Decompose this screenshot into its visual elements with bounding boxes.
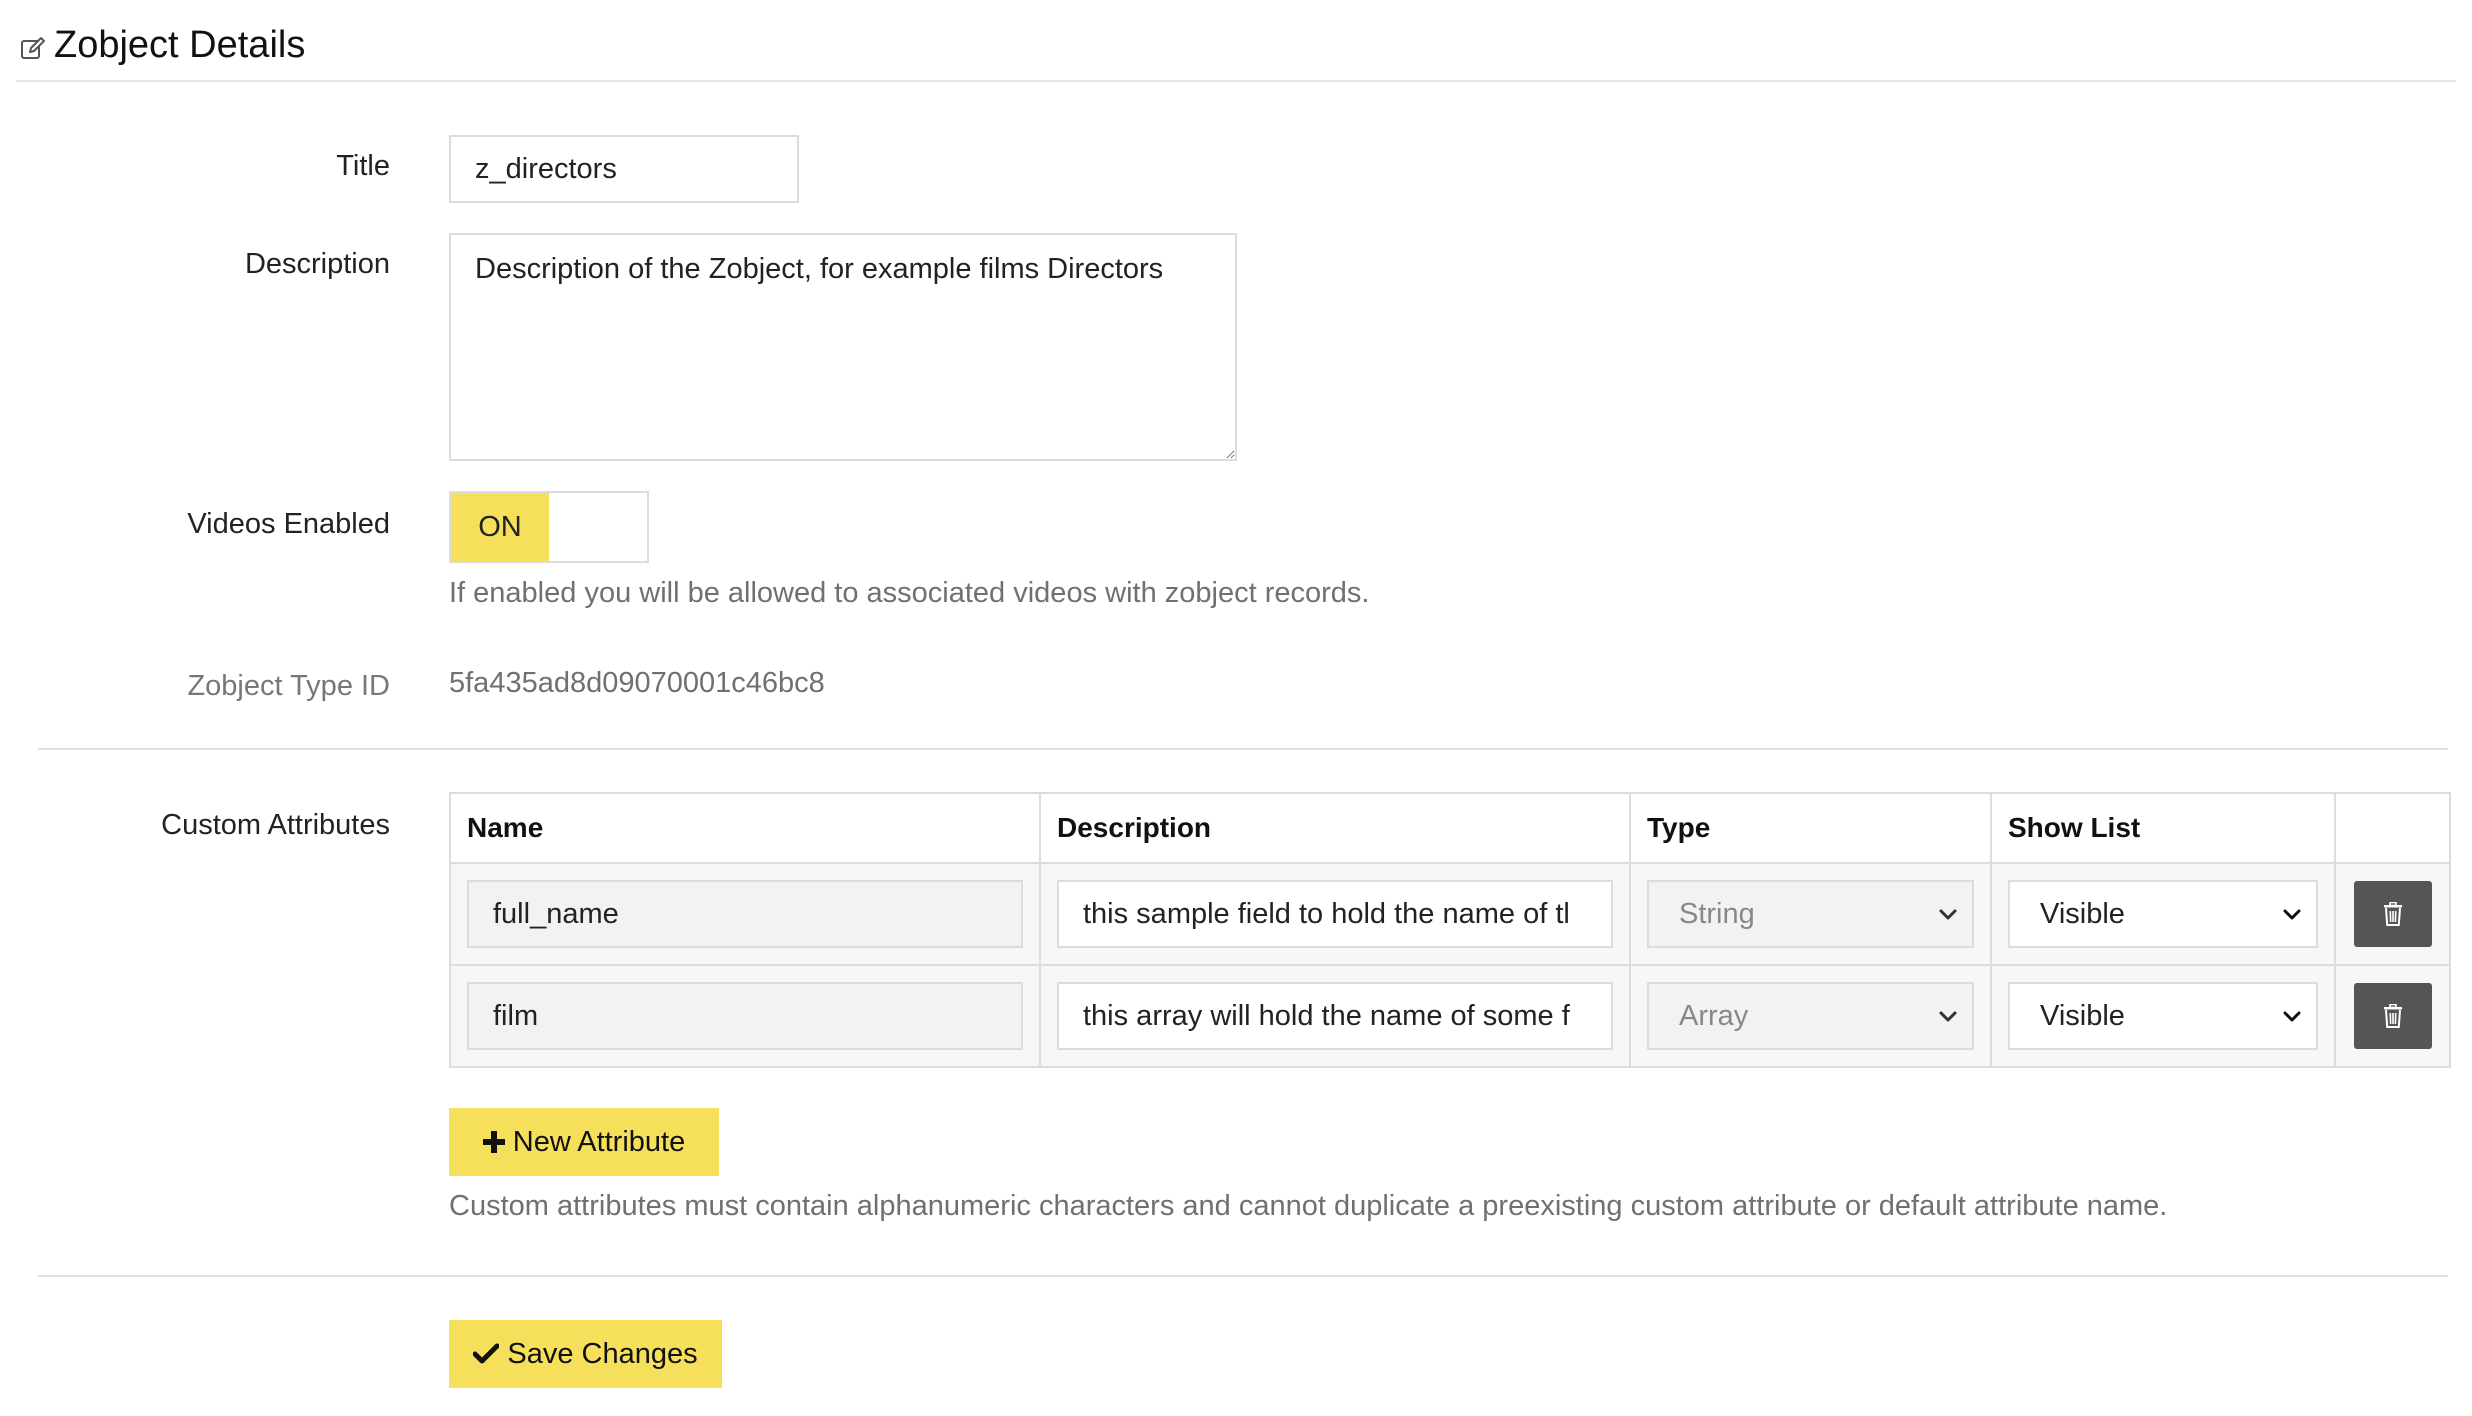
zobject-details-page: Zobject Details Title Description Descri… (0, 0, 2472, 1416)
delete-attribute-button[interactable] (2353, 881, 2432, 947)
attribute-type-select[interactable]: String (1647, 880, 1974, 948)
show-list-select[interactable]: Visible (2008, 982, 2318, 1050)
table-row: String Visible (449, 862, 2451, 966)
cell-name (449, 862, 1041, 966)
cell-description (1039, 862, 1631, 966)
cell-actions (2334, 862, 2451, 966)
attribute-name-input[interactable] (467, 982, 1023, 1050)
plus-icon (482, 1131, 505, 1153)
cell-type: Array (1629, 964, 1992, 1068)
show-list-value: Visible (2040, 898, 2125, 930)
attribute-description-input[interactable] (1057, 880, 1613, 948)
chevron-down-icon (2283, 1011, 2301, 1022)
column-header-description: Description (1039, 792, 1631, 864)
check-icon (473, 1343, 500, 1364)
chevron-down-icon (2283, 909, 2301, 920)
type-id-value: 5fa435ad8d09070001c46bc8 (449, 667, 825, 699)
divider-top (38, 748, 2448, 750)
delete-attribute-button[interactable] (2353, 983, 2432, 1049)
page-title: Zobject Details (54, 24, 306, 66)
cell-actions (2334, 964, 2451, 1068)
custom-attributes-table: Name Description Type Show List String (449, 792, 2451, 1068)
videos-enabled-toggle[interactable]: ON (449, 491, 649, 563)
table-row: Array Visible (449, 964, 2451, 1068)
show-list-value: Visible (2040, 1000, 2125, 1032)
cell-name (449, 964, 1041, 1068)
show-list-select[interactable]: Visible (2008, 880, 2318, 948)
new-attribute-label: New Attribute (512, 1125, 686, 1158)
custom-attributes-label: Custom Attributes (161, 809, 390, 841)
title-input[interactable] (449, 135, 799, 203)
cell-description (1039, 964, 1631, 1068)
chevron-down-icon (1939, 909, 1957, 920)
new-attribute-button[interactable]: New Attribute (449, 1108, 719, 1176)
cell-show-list: Visible (1990, 964, 2336, 1068)
videos-enabled-label: Videos Enabled (187, 508, 390, 540)
attribute-type-select[interactable]: Array (1647, 982, 1974, 1050)
title-label: Title (336, 150, 390, 182)
edit-icon (21, 37, 45, 59)
column-header-actions (2334, 792, 2451, 864)
description-textarea[interactable]: Description of the Zobject, for example … (449, 233, 1237, 461)
attribute-name-input[interactable] (467, 880, 1023, 948)
save-changes-label: Save Changes (507, 1337, 698, 1370)
divider-bottom (38, 1275, 2448, 1277)
trash-icon (2383, 902, 2402, 926)
page-header: Zobject Details (16, 20, 2456, 82)
trash-icon (2383, 1004, 2402, 1028)
videos-help-text: If enabled you will be allowed to associ… (449, 577, 1370, 609)
chevron-down-icon (1939, 1011, 1957, 1022)
table-header-row: Name Description Type Show List (449, 792, 2451, 864)
column-header-type: Type (1629, 792, 1992, 864)
cell-type: String (1629, 862, 1992, 966)
custom-attributes-help-text: Custom attributes must contain alphanume… (449, 1190, 2168, 1222)
attribute-type-value: Array (1679, 1000, 1749, 1032)
type-id-label: Zobject Type ID (187, 670, 390, 702)
save-changes-button[interactable]: Save Changes (449, 1320, 722, 1388)
attribute-type-value: String (1679, 898, 1755, 930)
description-label: Description (244, 248, 390, 280)
column-header-name: Name (449, 792, 1041, 864)
cell-show-list: Visible (1990, 862, 2336, 966)
column-header-show-list: Show List (1990, 792, 2336, 864)
attribute-description-input[interactable] (1057, 982, 1613, 1050)
toggle-on-state: ON (451, 493, 549, 561)
